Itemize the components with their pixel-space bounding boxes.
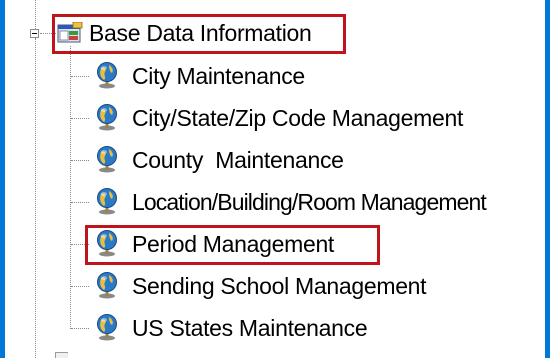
- tree-item-label: US States Maintenance: [132, 315, 368, 341]
- tree-guide-line: [35, 38, 36, 358]
- globe-icon: [97, 104, 117, 131]
- tree-guide-line: [71, 76, 89, 77]
- tree-item-label: City Maintenance: [132, 63, 305, 89]
- globe-icon: [97, 188, 117, 215]
- globe-icon: [97, 314, 117, 341]
- tree-guide-line: [35, 0, 36, 29]
- minus-icon: [32, 33, 37, 34]
- tree-guide-line: [71, 286, 89, 287]
- tree-item-label: Sending School Management: [132, 273, 427, 299]
- tree-item-label: County Maintenance: [132, 147, 344, 173]
- tree-view: Base Data Information City Maintenance C…: [5, 0, 545, 358]
- tree-guide-line: [71, 328, 89, 329]
- tree-item-label: Location/Building/Room Management: [132, 189, 487, 215]
- globe-icon: [97, 230, 117, 257]
- tree-guide-line: [71, 202, 89, 203]
- tree-guide-line: [71, 244, 89, 245]
- globe-icon: [97, 272, 117, 299]
- collapse-toggle[interactable]: [30, 29, 39, 38]
- next-node-stub: [55, 352, 68, 358]
- tree-guide-line: [40, 33, 56, 34]
- window-panel-icon: [57, 22, 83, 43]
- tree-item-label: City/State/Zip Code Management: [132, 105, 464, 131]
- tree-guide-line: [71, 118, 89, 119]
- tree-view-panel: Base Data Information City Maintenance C…: [0, 0, 550, 358]
- globe-icon: [97, 62, 117, 89]
- tree-item-label: Period Management: [132, 231, 335, 257]
- tree-node-label: Base Data Information: [89, 20, 312, 46]
- tree-guide-line: [71, 160, 89, 161]
- globe-icon: [97, 146, 117, 173]
